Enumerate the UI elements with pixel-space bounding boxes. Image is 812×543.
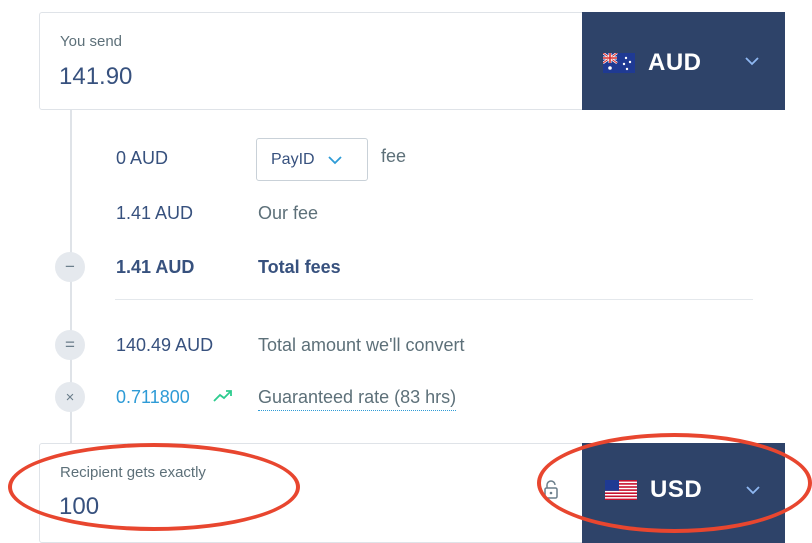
total-fees-amount: 1.41 AUD <box>116 257 195 277</box>
convert-label: Total amount we'll convert <box>258 335 465 355</box>
send-currency-select[interactable]: AUD <box>582 12 785 110</box>
equals-icon: = <box>55 330 85 360</box>
convert-amount: 140.49 AUD <box>116 335 214 355</box>
payment-method-select[interactable]: PayID <box>256 138 368 181</box>
our-fee-label: Our fee <box>258 203 319 223</box>
send-currency-code: AUD <box>648 49 702 76</box>
send-amount-box: You send 141.90 AUD <box>39 12 785 110</box>
payment-fee-amount: 0 AUD <box>116 148 169 168</box>
send-amount-input[interactable]: 141.90 <box>59 63 132 91</box>
payment-method-label: PayID <box>271 150 315 168</box>
our-fee-amount: 1.41 AUD <box>116 203 194 223</box>
guaranteed-rate-link[interactable]: Guaranteed rate (83 hrs) <box>258 387 457 411</box>
annotation-oval-currency <box>537 433 812 533</box>
australia-flag-icon <box>603 53 635 73</box>
send-label: You send <box>60 33 123 50</box>
total-fees-label: Total fees <box>258 257 341 277</box>
minus-icon: − <box>55 252 85 282</box>
exchange-rate: 0.711800 <box>116 387 190 407</box>
multiply-icon: × <box>55 382 85 412</box>
payment-fee-label: fee <box>381 146 407 166</box>
chevron-down-icon <box>327 155 342 164</box>
divider <box>115 299 753 300</box>
chevron-down-icon <box>745 57 759 66</box>
annotation-oval-recipient <box>8 443 300 531</box>
trending-up-icon <box>213 390 232 402</box>
